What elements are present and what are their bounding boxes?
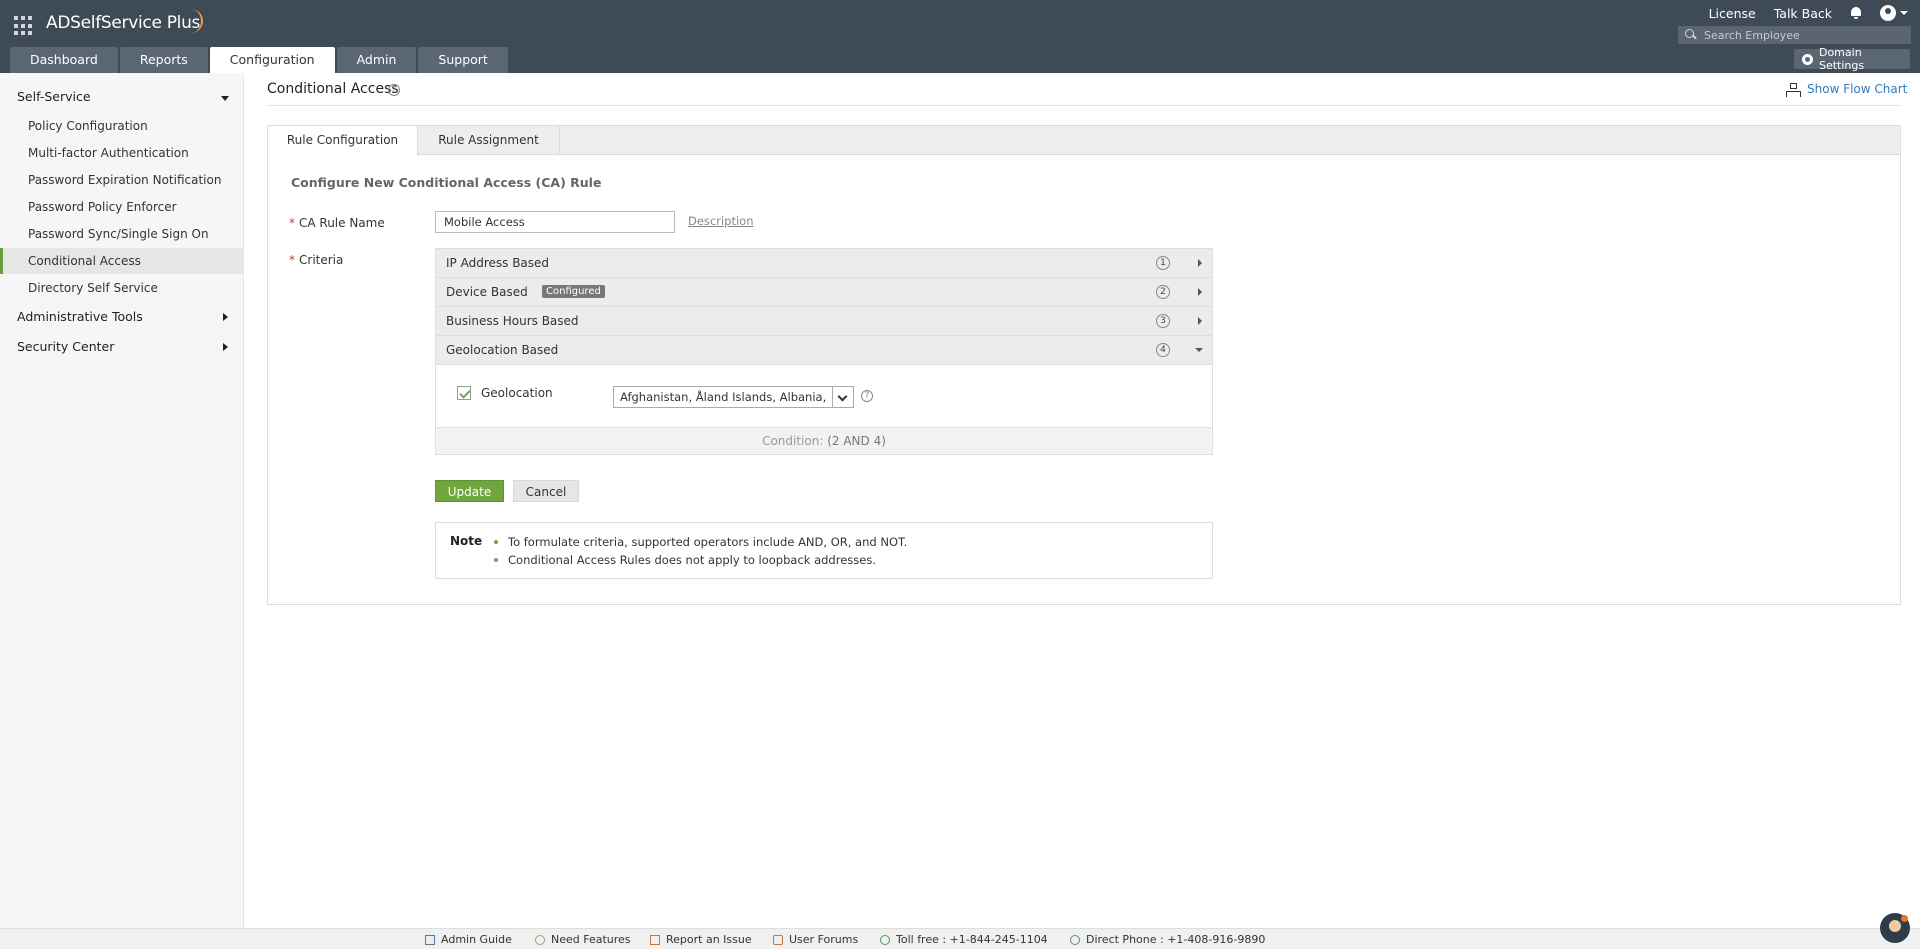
cancel-button[interactable]: Cancel <box>513 480 579 502</box>
sidebar-item-conditional-access[interactable]: Conditional Access <box>0 248 243 274</box>
criteria-number-badge: 3 <box>1156 314 1170 328</box>
sidebar-item-policy-configuration[interactable]: Policy Configuration <box>0 113 243 139</box>
note-title: Note <box>450 534 483 548</box>
tab-configuration[interactable]: Configuration <box>209 47 335 73</box>
criteria-device[interactable]: Device Based Configured 2 <box>436 278 1212 307</box>
geolocation-select[interactable]: Afghanistan, Åland Islands, Albania, <box>613 386 854 408</box>
sidebar: Self-Service Policy Configuration Multi-… <box>0 73 244 928</box>
required-star: * <box>289 253 295 267</box>
show-flow-chart-label: Show Flow Chart <box>1807 82 1908 96</box>
sidebar-section-administrative-tools[interactable]: Administrative Tools <box>17 309 143 324</box>
chevron-down-icon <box>837 391 848 402</box>
condition-row: Condition: (2 AND 4) <box>436 428 1212 454</box>
license-link[interactable]: License <box>1709 6 1756 21</box>
condition-prefix: Condition: <box>762 434 824 448</box>
need-features-link[interactable]: Need Features <box>535 933 631 946</box>
bell-icon[interactable] <box>1850 7 1862 19</box>
ca-rule-name-input[interactable] <box>435 211 675 233</box>
main-nav-tabs: Dashboard Reports Configuration Admin Su… <box>10 47 510 73</box>
sidebar-item-password-expiration[interactable]: Password Expiration Notification <box>0 167 243 193</box>
user-avatar-icon[interactable] <box>1880 5 1896 21</box>
expand-arrow-icon[interactable] <box>1198 259 1202 267</box>
required-star: * <box>289 216 295 230</box>
geolocation-dropdown-button[interactable] <box>832 387 853 407</box>
sidebar-section-security-center[interactable]: Security Center <box>17 339 114 354</box>
description-link[interactable]: Description <box>688 214 754 228</box>
tab-rule-configuration[interactable]: Rule Configuration <box>268 126 418 156</box>
tab-reports[interactable]: Reports <box>119 47 208 73</box>
expand-arrow-icon[interactable] <box>223 343 228 351</box>
criteria-number-badge: 4 <box>1156 343 1170 357</box>
domain-settings-button[interactable]: Domain Settings <box>1794 46 1910 72</box>
criteria-number-badge: 2 <box>1156 285 1170 299</box>
help-icon[interactable]: ? <box>388 84 400 96</box>
sidebar-item-directory-self-service[interactable]: Directory Self Service <box>0 275 243 301</box>
expand-arrow-icon[interactable] <box>1198 317 1202 325</box>
forum-icon <box>773 934 783 945</box>
logo-swoosh-icon <box>187 9 203 33</box>
direct-phone: Direct Phone : +1-408-916-9890 <box>1070 933 1265 946</box>
user-menu-caret-icon[interactable] <box>1900 11 1908 15</box>
divider <box>267 105 1901 106</box>
apps-grid-icon[interactable] <box>14 16 34 36</box>
configured-badge: Configured <box>542 285 605 298</box>
criteria-business-hours[interactable]: Business Hours Based 3 <box>436 307 1212 336</box>
tab-dashboard[interactable]: Dashboard <box>10 47 118 73</box>
expand-arrow-icon[interactable] <box>1198 288 1202 296</box>
sidebar-item-password-sync[interactable]: Password Sync/Single Sign On <box>0 221 243 247</box>
geolocation-label: Geolocation <box>481 386 553 400</box>
help-icon[interactable]: ? <box>861 390 873 402</box>
note-item: Conditional Access Rules does not apply … <box>494 553 876 567</box>
footer: Admin Guide Need Features Report an Issu… <box>0 928 1920 949</box>
criteria-accordion: IP Address Based 1 Device Based Configur… <box>435 248 1213 455</box>
page-title: Conditional Access <box>267 81 399 97</box>
search-icon[interactable] <box>1682 26 1700 44</box>
top-links: License Talk Back <box>1709 4 1920 22</box>
user-forums-link[interactable]: User Forums <box>773 933 858 946</box>
collapse-arrow-icon[interactable] <box>221 96 229 101</box>
talk-back-link[interactable]: Talk Back <box>1774 6 1832 21</box>
tab-rule-assignment[interactable]: Rule Assignment <box>418 126 560 155</box>
criteria-ip-address[interactable]: IP Address Based 1 <box>436 249 1212 278</box>
flowchart-icon <box>1786 82 1801 97</box>
report-icon <box>650 934 660 945</box>
sidebar-section-self-service[interactable]: Self-Service <box>17 89 91 104</box>
lightbulb-icon <box>535 934 545 945</box>
domain-settings-label: Domain Settings <box>1818 46 1865 72</box>
criteria-label: * Criteria <box>289 253 344 267</box>
collapse-arrow-icon[interactable] <box>1195 348 1203 352</box>
toll-free-phone: Toll free : +1-844-245-1104 <box>880 933 1048 946</box>
document-icon <box>425 934 435 945</box>
form-heading: Configure New Conditional Access (CA) Ru… <box>291 175 602 190</box>
geolocation-checkbox[interactable] <box>457 386 471 400</box>
app-logo[interactable]: ADSelfService Plus <box>46 13 200 33</box>
show-flow-chart-link[interactable]: Show Flow Chart <box>1786 82 1908 97</box>
note-box: Note To formulate criteria, supported op… <box>435 522 1213 579</box>
geolocation-select-value: Afghanistan, Åland Islands, Albania, <box>620 390 827 404</box>
report-issue-link[interactable]: Report an Issue <box>650 933 752 946</box>
geolocation-panel: Geolocation Afghanistan, Åland Islands, … <box>436 365 1212 428</box>
chat-support-icon[interactable] <box>1880 913 1910 943</box>
search-employee-box <box>1678 26 1911 44</box>
ca-rule-name-label: * CA Rule Name <box>289 216 385 230</box>
tab-admin[interactable]: Admin <box>336 47 417 73</box>
gear-icon <box>1802 53 1813 65</box>
sidebar-item-mfa[interactable]: Multi-factor Authentication <box>0 140 243 166</box>
expand-arrow-icon[interactable] <box>223 313 228 321</box>
update-button[interactable]: Update <box>435 480 504 502</box>
phone-icon <box>1070 934 1080 945</box>
condition-value: (2 AND 4) <box>827 434 886 448</box>
search-employee-input[interactable] <box>1704 28 1904 42</box>
phone-icon <box>880 934 890 945</box>
tab-support[interactable]: Support <box>418 47 508 73</box>
note-item: To formulate criteria, supported operato… <box>493 535 908 549</box>
sidebar-item-password-policy-enforcer[interactable]: Password Policy Enforcer <box>0 194 243 220</box>
top-header: ADSelfService Plus License Talk Back Das… <box>0 0 1920 73</box>
criteria-number-badge: 1 <box>1156 256 1170 270</box>
rule-tabs: Rule Configuration Rule Assignment <box>268 126 1900 156</box>
criteria-geolocation[interactable]: Geolocation Based 4 <box>436 336 1212 365</box>
admin-guide-link[interactable]: Admin Guide <box>425 933 512 946</box>
